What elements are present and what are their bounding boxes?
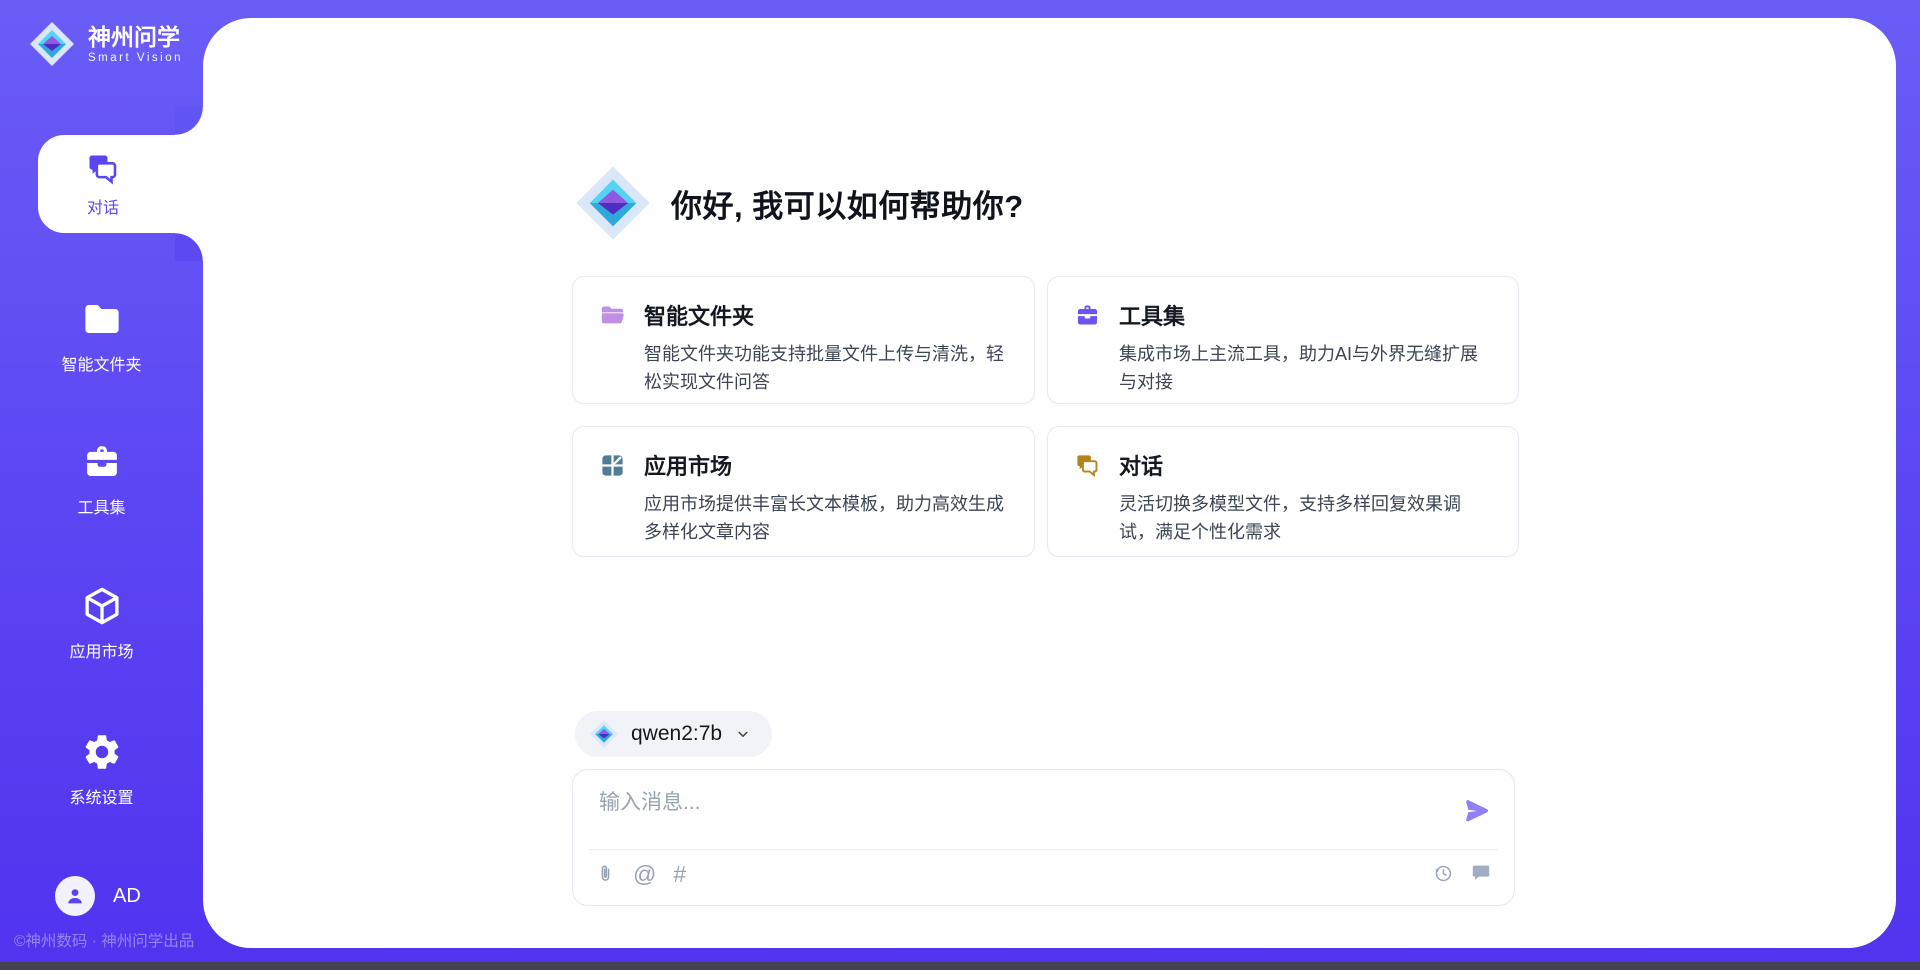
model-name: qwen2:7b	[631, 722, 722, 746]
chat-icon	[1074, 452, 1101, 479]
history-icon[interactable]	[1432, 862, 1454, 884]
bottom-edge-strip	[0, 962, 1920, 970]
card-description: 智能文件夹功能支持批量文件上传与清洗，轻松实现文件问答	[644, 340, 1008, 396]
chat-icon	[85, 151, 121, 187]
sidebar-item-label: 应用市场	[69, 638, 133, 662]
user-icon	[63, 884, 87, 908]
card-title: 对话	[1119, 449, 1163, 481]
composer-divider	[589, 849, 1498, 850]
card-chat[interactable]: 对话 灵活切换多模型文件，支持多样回复效果调试，满足个性化需求	[1047, 426, 1519, 557]
user-name: AD	[113, 885, 141, 908]
at-icon[interactable]: @	[633, 860, 656, 888]
sidebar-item-smart-folders[interactable]: 智能文件夹	[0, 298, 203, 375]
model-selector[interactable]: qwen2:7b	[575, 711, 772, 757]
card-description: 集成市场上主流工具，助力AI与外界无缝扩展与对接	[1119, 340, 1492, 396]
user-profile[interactable]: AD	[55, 876, 141, 916]
chat-bubble-icon[interactable]	[1470, 862, 1492, 884]
card-smart-folders[interactable]: 智能文件夹 智能文件夹功能支持批量文件上传与清洗，轻松实现文件问答	[572, 276, 1035, 404]
gear-icon	[81, 731, 123, 773]
diamond-logo-icon	[589, 719, 619, 749]
diamond-logo-icon	[28, 20, 76, 68]
cube-icon	[81, 585, 123, 627]
toolbox-icon	[81, 441, 123, 483]
toolbox-icon	[1074, 302, 1101, 329]
greeting-block: 你好, 我可以如何帮助你?	[573, 163, 1024, 243]
diamond-logo-icon	[573, 163, 653, 243]
sidebar-item-label: 工具集	[77, 494, 125, 518]
card-description: 应用市场提供丰富长文本模板，助力高效生成多样化文章内容	[644, 490, 1008, 546]
folder-open-icon	[599, 302, 626, 329]
card-title: 工具集	[1119, 299, 1185, 331]
sidebar-item-toolset[interactable]: 工具集	[0, 441, 203, 518]
greeting-text: 你好, 我可以如何帮助你?	[671, 181, 1024, 226]
card-description: 灵活切换多模型文件，支持多样回复效果调试，满足个性化需求	[1119, 490, 1492, 546]
app-subtitle: Smart Vision	[88, 52, 183, 64]
message-composer: @ #	[572, 769, 1515, 906]
sidebar-item-label: 对话	[87, 194, 119, 218]
card-toolset[interactable]: 工具集 集成市场上主流工具，助力AI与外界无缝扩展与对接	[1047, 276, 1519, 404]
hash-icon[interactable]: #	[673, 860, 686, 888]
sidebar-item-label: 系统设置	[69, 784, 133, 808]
tab-curve-top	[175, 107, 203, 135]
app-title: 神州问学	[88, 24, 183, 50]
chevron-down-icon	[734, 725, 752, 743]
tab-curve-bottom	[175, 233, 203, 261]
sidebar-item-chat[interactable]: 对话	[38, 135, 168, 233]
card-title: 智能文件夹	[644, 299, 754, 331]
send-button[interactable]	[1462, 796, 1492, 826]
card-app-market[interactable]: 应用市场 应用市场提供丰富长文本模板，助力高效生成多样化文章内容	[572, 426, 1035, 557]
send-icon	[1462, 796, 1492, 826]
folder-icon	[81, 298, 123, 340]
avatar[interactable]	[55, 876, 95, 916]
sidebar-item-settings[interactable]: 系统设置	[0, 731, 203, 808]
brand-logo: 神州问学 Smart Vision	[28, 20, 183, 68]
sidebar-item-app-market[interactable]: 应用市场	[0, 585, 203, 662]
app-window: 神州问学 Smart Vision 对话 智能文件夹 工具集 应用市场 系统设置…	[0, 0, 1920, 970]
message-input[interactable]	[597, 784, 1441, 846]
grid-icon	[599, 452, 626, 479]
sidebar-item-label: 智能文件夹	[61, 351, 141, 375]
copyright-footer: ©神州数码 · 神州问学出品	[14, 929, 194, 951]
paperclip-icon[interactable]	[595, 862, 616, 886]
card-title: 应用市场	[644, 449, 732, 481]
